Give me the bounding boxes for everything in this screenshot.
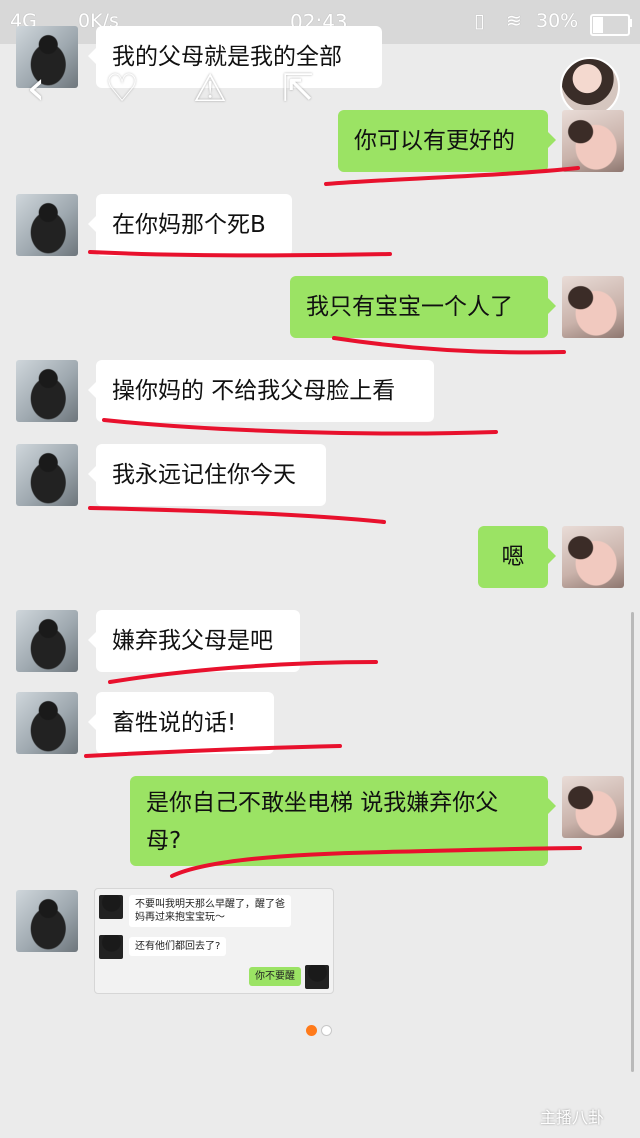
battery-tip: [628, 19, 632, 27]
self-avatar[interactable]: [562, 526, 624, 588]
red-underline: [332, 336, 566, 355]
back-icon[interactable]: ‹: [16, 62, 56, 114]
red-underline: [170, 846, 582, 878]
contact-avatar[interactable]: [560, 57, 620, 117]
mini-self-avatar: [305, 965, 329, 989]
wifi-icon: ≋: [506, 10, 522, 32]
sent-message: 我只有宝宝一个人了: [290, 276, 556, 338]
mini-message: 还有他们都回去了?: [129, 937, 227, 956]
red-underline: [108, 660, 378, 684]
share-icon[interactable]: ⇱: [276, 62, 320, 114]
battery-icon: [590, 14, 630, 36]
red-underline: [324, 166, 580, 186]
battery-percent: 30%: [536, 10, 579, 32]
sent-message: 嗯: [478, 526, 556, 588]
sender-avatar[interactable]: [16, 610, 78, 672]
red-underline: [102, 418, 498, 436]
sender-avatar[interactable]: [16, 692, 78, 754]
sender-avatar[interactable]: [16, 890, 78, 952]
page-indicator: [306, 1020, 336, 1039]
sender-avatar[interactable]: [16, 194, 78, 256]
received-message: 我永远记住你今天: [88, 444, 326, 506]
red-underline: [88, 506, 386, 524]
watermark-logo: 主播八卦: [540, 1108, 605, 1127]
sender-avatar[interactable]: [16, 444, 78, 506]
sender-avatar[interactable]: [16, 360, 78, 422]
mini-sender-avatar: [99, 935, 123, 959]
vibrate-icon: ▯: [474, 10, 485, 32]
self-avatar[interactable]: [562, 776, 624, 838]
self-avatar[interactable]: [562, 276, 624, 338]
page-dot-active: [306, 1025, 317, 1036]
heart-icon[interactable]: ♡: [100, 62, 144, 114]
red-underline: [88, 250, 392, 258]
received-message: 操你妈的 不给我父母脸上看: [88, 360, 434, 422]
scrollbar[interactable]: [631, 612, 634, 1072]
mini-sender-avatar: [99, 895, 123, 919]
page-dot: [321, 1025, 332, 1036]
mini-message: 你不要醒: [249, 967, 301, 986]
mini-message: 不要叫我明天那么早醒了，醒了爸妈再过来抱宝宝玩～: [129, 895, 291, 927]
red-underline: [84, 744, 342, 758]
image-message[interactable]: 不要叫我明天那么早醒了，醒了爸妈再过来抱宝宝玩～ 还有他们都回去了? 你不要醒: [94, 888, 334, 994]
warning-icon[interactable]: ⚠: [186, 62, 234, 114]
